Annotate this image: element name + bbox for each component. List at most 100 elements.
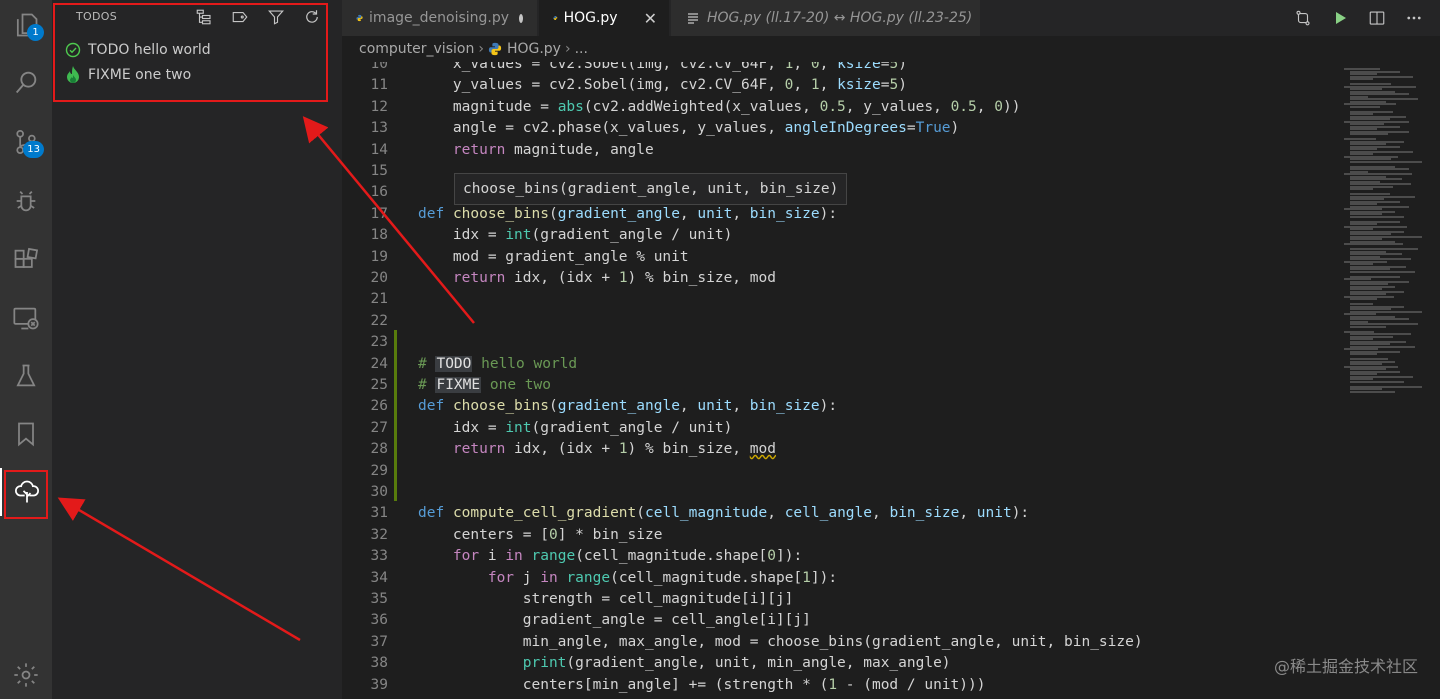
source-control-icon[interactable]: 13 xyxy=(0,118,52,166)
code-text: # FIXME one two xyxy=(418,377,551,393)
code-line[interactable]: 27 idx = int(gradient_angle / unit) xyxy=(342,418,1340,439)
code-text: centers[min_angle] += (strength * (1 - (… xyxy=(418,676,986,693)
code-line[interactable]: 20 return idx, (idx + 1) % bin_size, mod xyxy=(342,268,1340,289)
line-number: 16 xyxy=(370,184,388,201)
line-number: 31 xyxy=(370,505,388,522)
code-text: idx = int(gradient_angle / unit) xyxy=(418,419,733,436)
code-text: # TODO hello world xyxy=(418,355,578,372)
line-number: 35 xyxy=(370,591,388,607)
line-number: 17 xyxy=(370,205,388,222)
code-line[interactable]: 13 angle = cv2.phase(x_values, y_values,… xyxy=(342,118,1340,139)
code-text: centers = [0] * bin_size xyxy=(418,526,663,543)
breadcrumb-folder[interactable]: computer_vision xyxy=(359,41,474,57)
code-line[interactable]: 30 xyxy=(342,482,1340,503)
split-editor-icon[interactable] xyxy=(1367,8,1387,28)
code-line[interactable]: 32 centers = [0] * bin_size xyxy=(342,525,1340,546)
code-line[interactable]: 21 xyxy=(342,289,1340,310)
line-number: 18 xyxy=(370,227,388,244)
chevron-right-icon: › xyxy=(564,41,571,57)
code-text: gradient_angle = cell_angle[i][j] xyxy=(418,612,811,629)
line-number: 24 xyxy=(370,355,388,372)
code-line[interactable]: 26 def choose_bins(gradient_angle, unit, … xyxy=(342,396,1340,417)
tab-label: HOG.py (ll.17-20) ↔ HOG.py (ll.23-25) xyxy=(707,10,973,26)
minimap[interactable] xyxy=(1340,62,1440,699)
breadcrumb-symbol[interactable]: ... xyxy=(575,41,588,57)
debug-icon[interactable] xyxy=(0,177,52,225)
todo-panel-highlight xyxy=(53,3,328,102)
tab-diff[interactable]: HOG.py (ll.17-20) ↔ HOG.py (ll.23-25) xyxy=(671,0,981,36)
line-number: 32 xyxy=(370,526,388,543)
code-line[interactable]: 11 y_values = cv2.Sobel(img, cv2.CV_64F,… xyxy=(342,75,1340,96)
line-number: 21 xyxy=(370,291,388,308)
line-number: 25 xyxy=(370,377,388,393)
more-actions-icon[interactable] xyxy=(1404,8,1424,28)
tab-hog[interactable]: HOG.py ✕ xyxy=(539,0,670,36)
code-line[interactable]: 38 print(gradient_angle, unit, min_angle… xyxy=(342,653,1340,674)
search-icon[interactable] xyxy=(0,58,52,106)
code-line[interactable]: 23 xyxy=(342,332,1340,353)
code-text: magnitude = abs(cv2.addWeighted(x_values… xyxy=(418,98,1021,115)
source-control-badge: 13 xyxy=(23,141,44,158)
line-number: 39 xyxy=(370,676,388,693)
code-line[interactable]: 33 for i in range(cell_magnitude.shape[0… xyxy=(342,546,1340,567)
todo-tree-icon-highlight xyxy=(4,470,48,519)
code-line[interactable]: 34 for j in range(cell_magnitude.shape[1… xyxy=(342,568,1340,589)
line-number: 27 xyxy=(370,419,388,436)
bookmark-icon[interactable] xyxy=(0,410,52,458)
code-line[interactable]: 18 idx = int(gradient_angle / unit) xyxy=(342,225,1340,246)
line-number: 10 xyxy=(370,62,388,72)
code-line[interactable]: 24 # TODO hello world xyxy=(342,354,1340,375)
code-line[interactable]: 12 magnitude = abs(cv2.addWeighted(x_val… xyxy=(342,97,1340,118)
signature-hint: choose_bins(gradient_angle, unit, bin_si… xyxy=(454,173,848,205)
line-number: 22 xyxy=(370,312,388,329)
code-line[interactable]: 31 def compute_cell_gradient(cell_magnitu… xyxy=(342,503,1340,524)
editor-tab-bar: image_denoising.py HOG.py ✕ HOG.py (ll.1… xyxy=(342,0,1440,36)
line-number: 29 xyxy=(370,462,388,479)
code-line[interactable]: 39 centers[min_angle] += (strength * (1 … xyxy=(342,675,1340,696)
code-text: angle = cv2.phase(x_values, y_values, an… xyxy=(418,120,960,137)
run-icon[interactable] xyxy=(1330,8,1350,28)
code-text: y_values = cv2.Sobel(img, cv2.CV_64F, 0,… xyxy=(418,77,907,94)
python-file-icon xyxy=(553,16,558,20)
tab-image-denoising[interactable]: image_denoising.py xyxy=(342,0,538,36)
code-line[interactable]: 17 def choose_bins(gradient_angle, unit, … xyxy=(342,204,1340,225)
code-line[interactable]: 29 xyxy=(342,461,1340,482)
extensions-icon[interactable] xyxy=(0,236,52,284)
line-number: 11 xyxy=(370,77,388,94)
line-number: 19 xyxy=(370,248,388,265)
code-text: return idx, (idx + 1) % bin_size, mod xyxy=(452,441,776,458)
tab-label: HOG.py xyxy=(563,10,618,26)
code-text: x_values = cv2.Sobel(img, cv2.CV_64F, 1,… xyxy=(418,62,907,72)
code-line[interactable]: 35 strength = cell_magnitude[i][j] xyxy=(342,589,1340,610)
todo-tree-sidebar: TODOS TODO hello world FIXME one two xyxy=(52,0,342,699)
code-line[interactable]: 28 return idx, (idx + 1) % bin_size, mod xyxy=(342,439,1340,460)
code-line[interactable]: 22 xyxy=(342,311,1340,332)
code-line[interactable]: 19 mod = gradient_angle % unit xyxy=(342,247,1340,268)
line-number: 36 xyxy=(370,612,388,629)
code-text: mod = gradient_angle % unit xyxy=(418,248,689,265)
python-file-icon xyxy=(356,14,363,22)
code-line[interactable]: 37 min_angle, max_angle, mod = choose_bi… xyxy=(342,632,1340,653)
tab-label: image_denoising.py xyxy=(369,10,510,26)
code-text: for i in range(cell_magnitude.shape[0]): xyxy=(452,548,803,565)
testing-icon[interactable] xyxy=(0,352,52,400)
code-text: return magnitude, angle xyxy=(452,141,654,158)
line-number: 26 xyxy=(370,398,388,415)
line-number: 30 xyxy=(370,484,388,500)
code-line[interactable]: 25 # FIXME one two xyxy=(342,375,1340,396)
breadcrumb-file[interactable]: HOG.py xyxy=(507,41,561,57)
unsaved-dot-icon[interactable] xyxy=(519,13,523,23)
settings-gear-icon[interactable] xyxy=(0,651,52,699)
compare-changes-icon[interactable] xyxy=(1293,8,1313,28)
explorer-icon[interactable]: 1 xyxy=(0,1,52,49)
close-tab-icon[interactable]: ✕ xyxy=(644,9,657,28)
code-line[interactable]: 14 return magnitude, angle xyxy=(342,140,1340,161)
code-line[interactable]: 10 x_values = cv2.Sobel(img, cv2.CV_64F,… xyxy=(342,62,1340,75)
code-line[interactable]: 36 gradient_angle = cell_angle[i][j] xyxy=(342,610,1340,631)
activity-bar: 1 13 xyxy=(0,0,52,699)
line-number: 38 xyxy=(370,655,388,672)
line-number: 33 xyxy=(370,548,388,565)
explorer-badge: 1 xyxy=(27,24,44,41)
remote-explorer-icon[interactable] xyxy=(0,294,52,342)
code-editor[interactable]: 10 x_values = cv2.Sobel(img, cv2.CV_64F,… xyxy=(342,62,1340,699)
